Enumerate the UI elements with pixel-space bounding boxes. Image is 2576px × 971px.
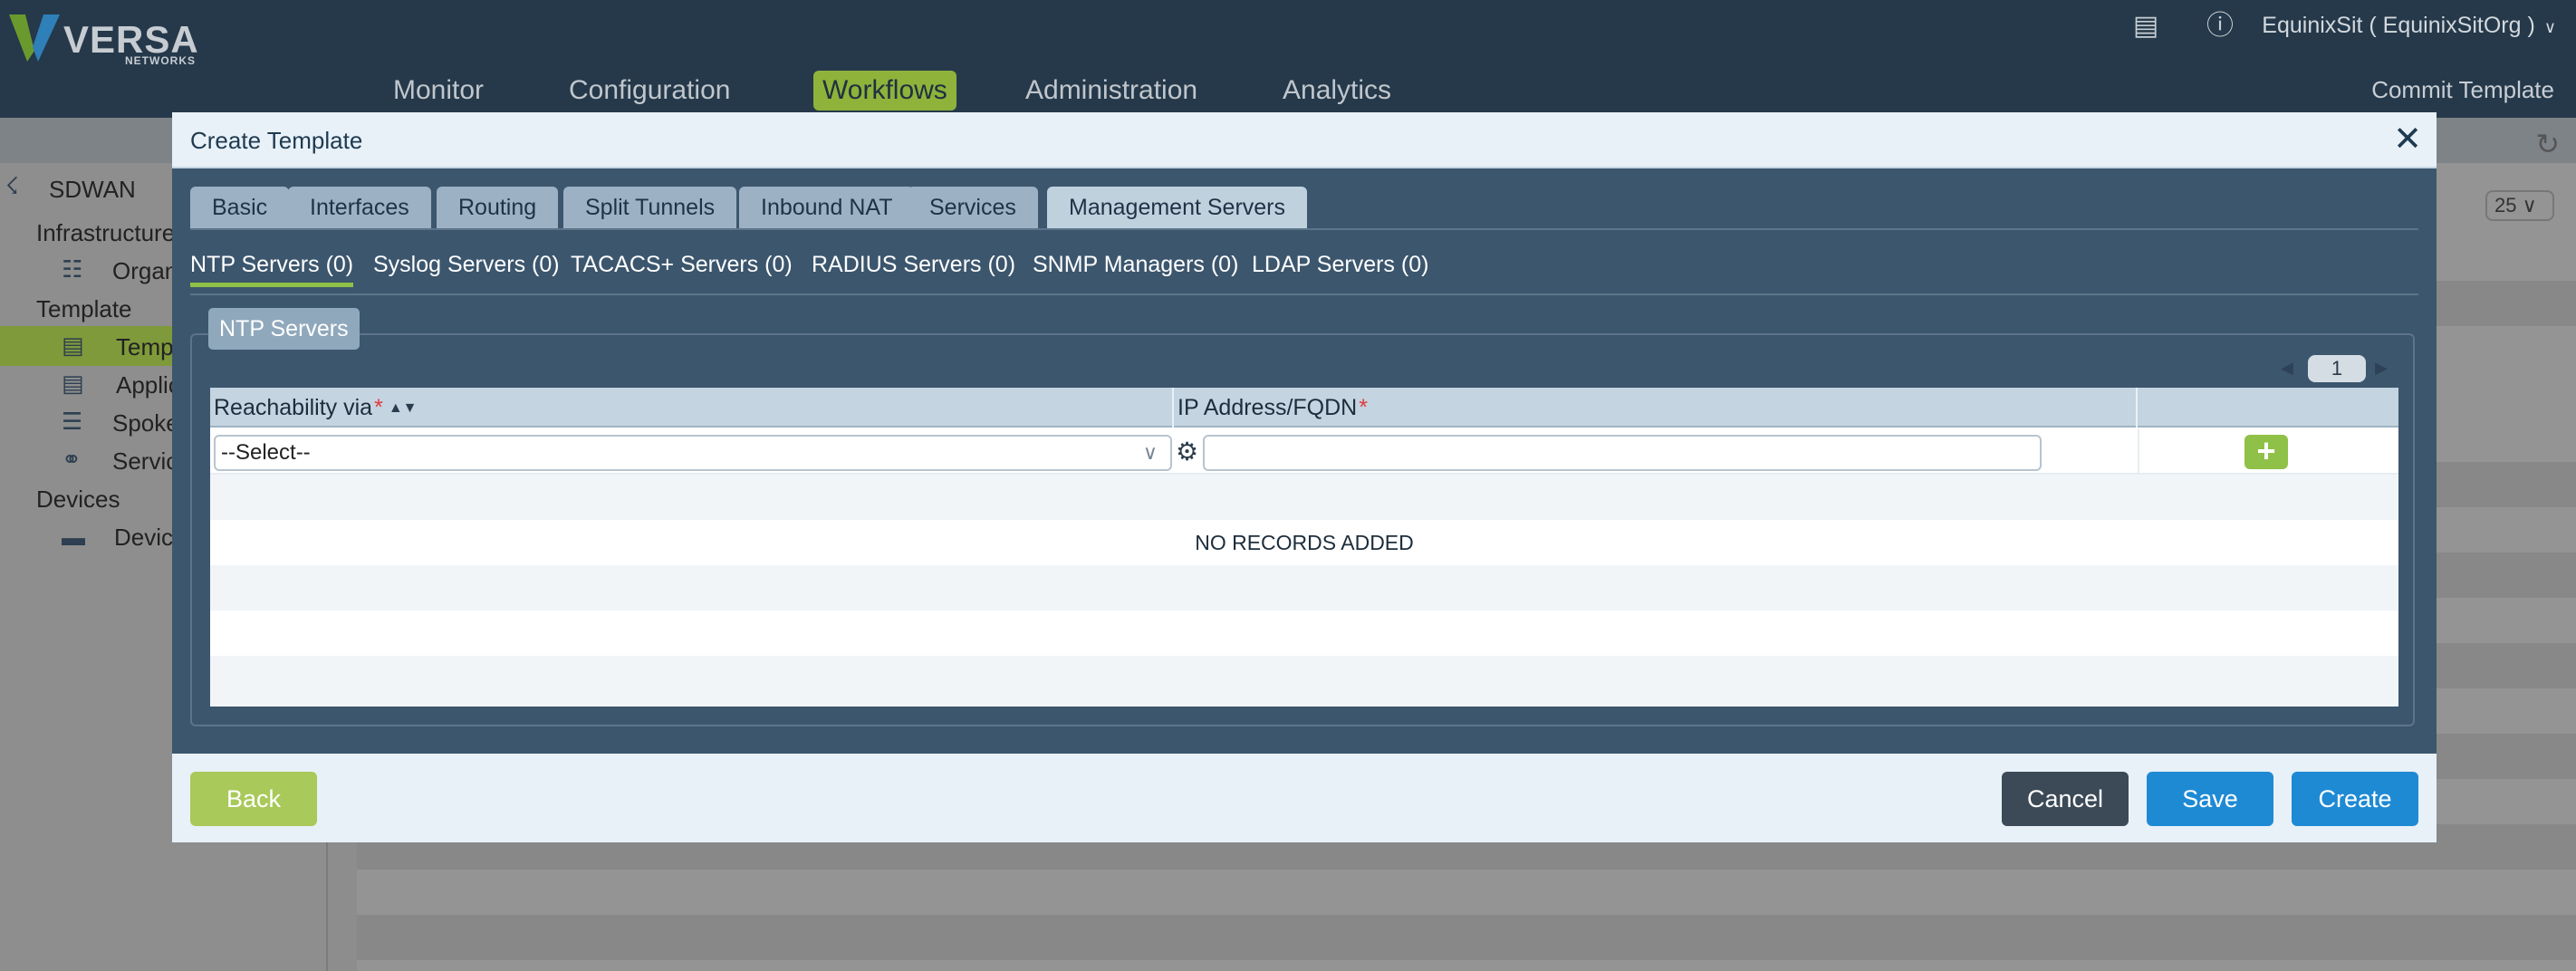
page-size-select[interactable]: 25 ∨ <box>2485 190 2554 221</box>
pager-prev-icon[interactable]: ◀ <box>2281 359 2293 378</box>
reachability-select-value: --Select-- <box>221 440 311 465</box>
column-divider <box>2138 429 2139 475</box>
sort-icon[interactable]: ▲▼ <box>389 400 418 416</box>
tab-basic[interactable]: Basic <box>190 187 290 228</box>
save-button[interactable]: Save <box>2147 772 2273 826</box>
tab-split-tunnels[interactable]: Split Tunnels <box>563 187 737 228</box>
gear-icon[interactable]: ⚙ <box>1176 437 1198 467</box>
device-icon: ▬ <box>62 524 85 551</box>
table-header: Reachability via* ▲▼ IP Address/FQDN* <box>210 388 2398 428</box>
dialog-footer: Back Cancel Save Create <box>172 754 2437 842</box>
subtab-tacacs-servers[interactable]: TACACS+ Servers (0) <box>571 246 793 283</box>
close-icon[interactable]: ✕ <box>2393 121 2422 158</box>
tabs-divider <box>190 228 2418 230</box>
tab-services[interactable]: Services <box>908 187 1038 228</box>
create-template-dialog: Create Template ✕ Basic Interfaces Routi… <box>172 112 2437 842</box>
create-button[interactable]: Create <box>2292 772 2418 826</box>
subtab-radius-servers[interactable]: RADIUS Servers (0) <box>812 246 1015 283</box>
table-edit-row: --Select-- ∨ ⚙ + <box>210 429 2398 475</box>
subtab-snmp-managers[interactable]: SNMP Managers (0) <box>1033 246 1238 283</box>
column-label: IP Address/FQDN <box>1177 395 1358 420</box>
chevron-down-icon: ∨ <box>1142 441 1158 464</box>
application-icon: ▤ <box>62 370 84 397</box>
reachability-select[interactable]: --Select-- ∨ <box>214 435 1172 471</box>
grid-pager: ◀ 1 ▶ <box>2281 355 2389 382</box>
column-actions <box>2138 388 2398 428</box>
back-button[interactable]: Back <box>190 772 317 826</box>
chevron-down-icon: ∨ <box>2543 18 2556 36</box>
pager-page-number[interactable]: 1 <box>2308 355 2366 382</box>
bg-row <box>357 915 2576 960</box>
sidebar-item-template[interactable]: Template <box>36 295 132 323</box>
versa-logo: VERSA NETWORKS <box>7 7 198 67</box>
nav-monitor[interactable]: Monitor <box>384 71 493 111</box>
table-row <box>210 610 2398 656</box>
pager-next-icon[interactable]: ▶ <box>2375 359 2388 378</box>
ip-address-input[interactable] <box>1203 435 2042 471</box>
section-title: NTP Servers <box>208 308 360 350</box>
tab-routing[interactable]: Routing <box>437 187 559 228</box>
nav-administration[interactable]: Administration <box>1016 71 1206 111</box>
cancel-button[interactable]: Cancel <box>2002 772 2129 826</box>
org-selector[interactable]: EquinixSit ( EquinixSitOrg ) ∨ <box>2262 13 2556 39</box>
table-row <box>210 475 2398 520</box>
table-row <box>210 565 2398 610</box>
sdwan-icon: ☇ <box>5 172 19 199</box>
required-marker: * <box>374 395 383 420</box>
sidebar-item-sdwan[interactable]: SDWAN <box>49 176 136 204</box>
top-bar: VERSA NETWORKS ▤ ⓘ EquinixSit ( EquinixS… <box>0 0 2576 118</box>
dialog-body: Basic Interfaces Routing Split Tunnels I… <box>172 168 2437 754</box>
dialog-header: Create Template ✕ <box>172 112 2437 168</box>
nav-analytics[interactable]: Analytics <box>1274 71 1400 111</box>
required-marker: * <box>1359 395 1368 420</box>
dialog-title: Create Template <box>190 127 363 154</box>
ntp-servers-table: Reachability via* ▲▼ IP Address/FQDN* --S… <box>210 388 2398 707</box>
add-row-button[interactable]: + <box>2244 435 2288 469</box>
table-row <box>210 656 2398 707</box>
sidebar-item-infrastructure[interactable]: Infrastructure <box>36 219 175 247</box>
subtab-ldap-servers[interactable]: LDAP Servers (0) <box>1252 246 1428 283</box>
empty-state-message: NO RECORDS ADDED <box>1195 531 1414 554</box>
tab-inbound-nat[interactable]: Inbound NAT <box>739 187 915 228</box>
spoke-icon: ☰ <box>62 408 83 435</box>
nav-workflows[interactable]: Workflows <box>813 71 956 111</box>
versa-logo-icon <box>9 14 60 62</box>
table-row: NO RECORDS ADDED <box>210 520 2398 565</box>
task-list-icon[interactable]: ▤ <box>2130 11 2161 42</box>
org-name: EquinixSit ( EquinixSitOrg ) <box>2262 13 2535 38</box>
subtab-syslog-servers[interactable]: Syslog Servers (0) <box>373 246 560 283</box>
organization-icon: ☷ <box>62 255 83 283</box>
service-chain-icon: ⚭ <box>62 446 82 473</box>
page-size-value: 25 <box>2494 194 2517 216</box>
nav-configuration[interactable]: Configuration <box>560 71 739 111</box>
sidebar-item-servic[interactable]: Servic <box>112 447 178 476</box>
main-nav: Monitor Configuration Workflows Administ… <box>0 71 2576 111</box>
brand-sub: NETWORKS <box>125 54 196 67</box>
sidebar-item-spoke[interactable]: Spoke <box>112 409 179 437</box>
subtab-ntp-servers[interactable]: NTP Servers (0) <box>190 246 354 287</box>
sidebar-item-templates[interactable]: Temp <box>116 333 174 361</box>
tab-management-servers[interactable]: Management Servers <box>1047 187 1308 228</box>
column-label: Reachability via <box>214 395 373 420</box>
column-reachability[interactable]: Reachability via* ▲▼ <box>210 388 1174 428</box>
info-icon[interactable]: ⓘ <box>2205 11 2235 42</box>
refresh-icon[interactable]: ↻ <box>2535 127 2560 161</box>
column-ip-address: IP Address/FQDN* <box>1174 388 2138 428</box>
sidebar-item-organization[interactable]: Organ <box>112 257 178 285</box>
template-icon: ▤ <box>62 332 84 359</box>
sidebar-item-applic[interactable]: Applic <box>116 371 180 399</box>
sidebar-item-devices[interactable]: Devices <box>36 486 120 514</box>
tab-interfaces[interactable]: Interfaces <box>288 187 431 228</box>
commit-template-link[interactable]: Commit Template <box>2371 76 2554 104</box>
subtabs-divider <box>190 293 2418 295</box>
